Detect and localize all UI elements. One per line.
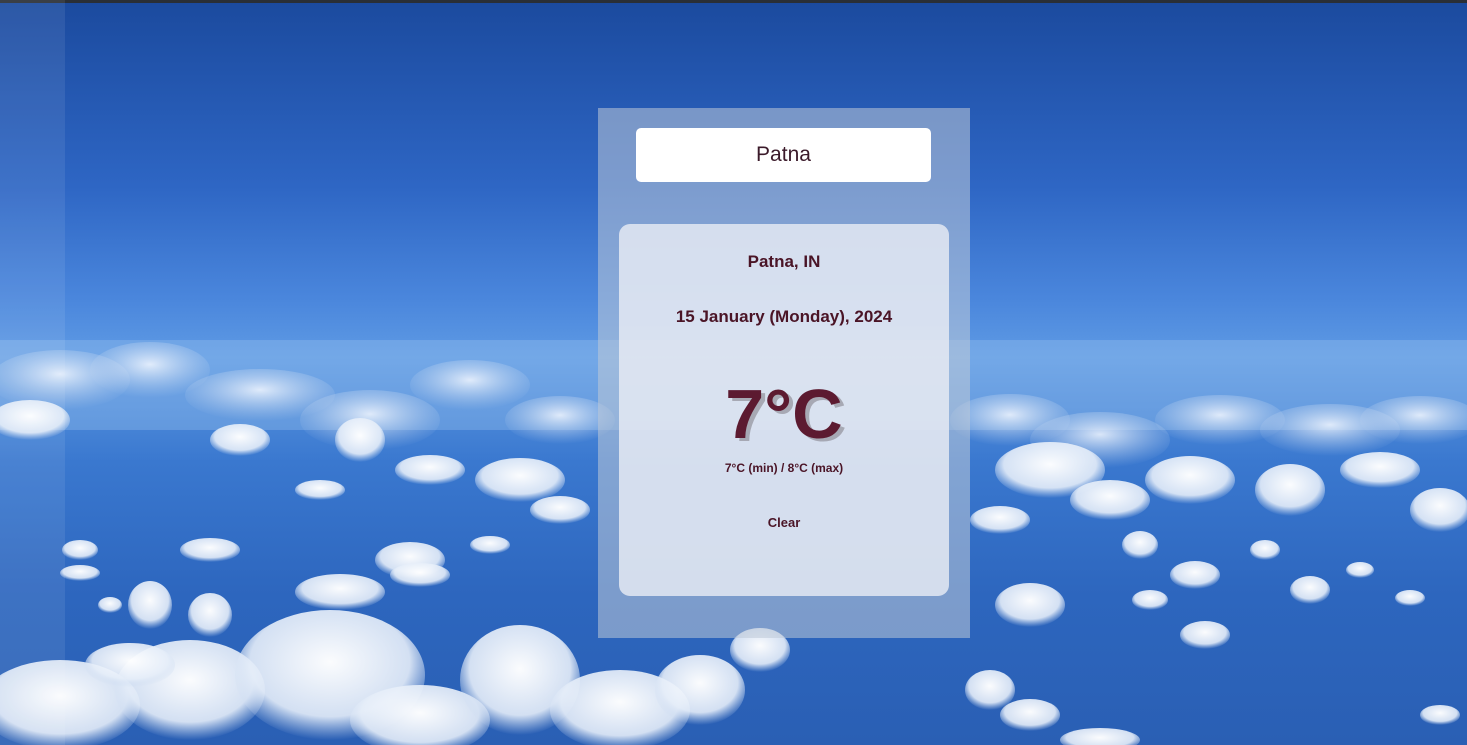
- weather-panel: Patna, IN 15 January (Monday), 2024 7°C …: [598, 108, 970, 638]
- location-label: Patna, IN: [747, 252, 821, 271]
- current-temperature: 7°C: [725, 375, 843, 453]
- weather-card: Patna, IN 15 January (Monday), 2024 7°C …: [619, 224, 949, 596]
- city-search-input[interactable]: [636, 128, 931, 182]
- weather-condition: Clear: [767, 515, 801, 530]
- min-max-temperature: 7°C (min) / 8°C (max): [724, 461, 844, 475]
- date-label: 15 January (Monday), 2024: [675, 307, 893, 326]
